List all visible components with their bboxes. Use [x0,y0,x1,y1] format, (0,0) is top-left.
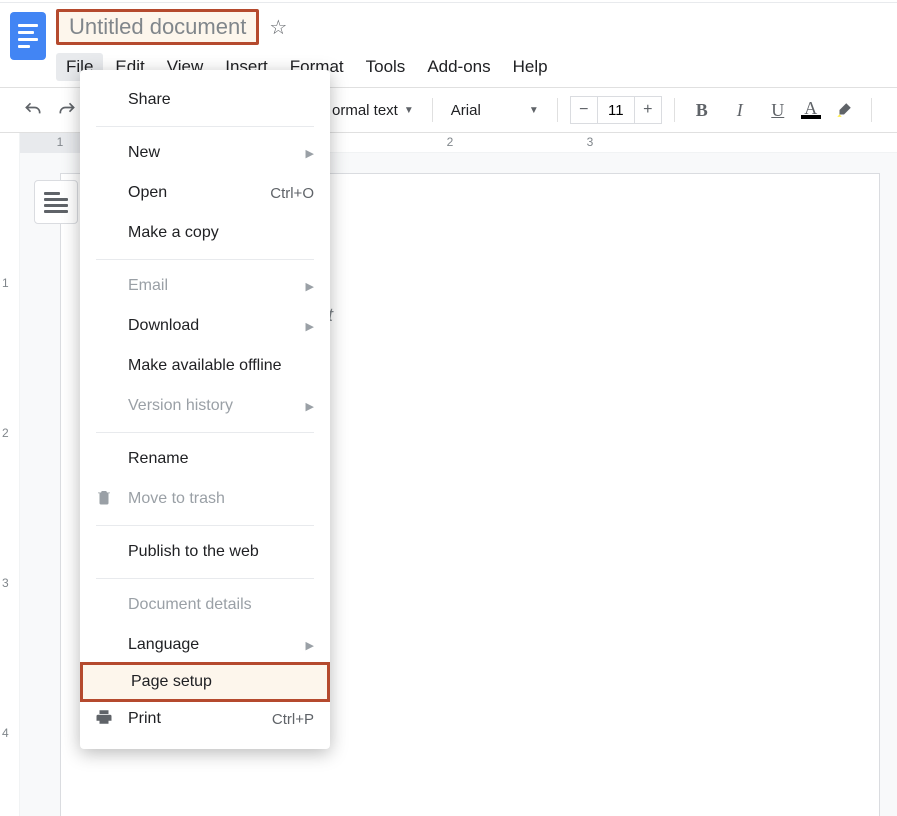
menu-move-trash[interactable]: Move to trash [80,479,330,519]
vertical-ruler[interactable]: 1 2 3 4 [0,133,20,816]
ruler-tick-label: 2 [447,135,454,149]
font-family-select[interactable]: Arial ▼ [445,102,545,119]
bold-button[interactable]: B [687,95,717,125]
menu-rename[interactable]: Rename [80,439,330,479]
menu-publish[interactable]: Publish to the web [80,532,330,572]
submenu-arrow-icon: ▶ [306,320,314,333]
font-size-increase[interactable]: + [634,96,662,124]
document-title[interactable]: Untitled document [56,9,259,45]
menu-addons[interactable]: Add-ons [417,53,500,81]
separator [871,98,872,122]
separator [432,98,433,122]
menu-new[interactable]: New▶ [80,133,330,173]
caret-down-icon: ▼ [529,105,539,116]
docs-logo[interactable] [8,9,48,63]
menu-print[interactable]: Print Ctrl+P [80,699,330,739]
menu-version-history[interactable]: Version history▶ [80,386,330,426]
menu-open[interactable]: OpenCtrl+O [80,173,330,213]
submenu-arrow-icon: ▶ [306,147,314,160]
ruler-tick-label: 4 [2,726,9,740]
submenu-arrow-icon: ▶ [306,639,314,652]
separator [96,259,314,260]
font-size-stepper: − + [570,96,662,124]
menu-page-setup[interactable]: Page setup [80,662,330,702]
separator [96,432,314,433]
shortcut-label: Ctrl+P [272,711,314,728]
highlight-button[interactable] [829,95,859,125]
trash-icon [94,488,114,511]
menu-offline[interactable]: Make available offline [80,346,330,386]
menu-document-details[interactable]: Document details [80,585,330,625]
paragraph-style-label: ormal text [332,102,398,119]
italic-button[interactable]: I [725,95,755,125]
underline-button[interactable]: U [763,95,793,125]
separator [96,578,314,579]
caret-down-icon: ▼ [404,105,414,116]
star-icon[interactable]: ☆ [269,15,287,40]
ruler-tick-label: 3 [587,135,594,149]
separator [96,126,314,127]
ruler-tick-label: 1 [2,276,9,290]
undo-icon[interactable] [20,97,46,123]
outline-toggle[interactable] [34,180,78,224]
menu-language[interactable]: Language▶ [80,625,330,665]
font-size-input[interactable] [598,96,634,124]
shortcut-label: Ctrl+O [270,185,314,202]
print-icon [94,708,114,731]
ruler-tick-label: 3 [2,576,9,590]
paragraph-style-select[interactable]: ormal text ▼ [326,102,420,119]
submenu-arrow-icon: ▶ [306,280,314,293]
text-color-button[interactable]: A [801,101,821,119]
menu-download[interactable]: Download▶ [80,306,330,346]
font-family-label: Arial [451,102,481,119]
ruler-tick-label: 2 [2,426,9,440]
separator [96,525,314,526]
ruler-tick-label: 1 [57,135,64,149]
menu-help[interactable]: Help [503,53,558,81]
redo-icon[interactable] [54,97,80,123]
menu-make-copy[interactable]: Make a copy [80,213,330,253]
menu-tools[interactable]: Tools [356,53,416,81]
menu-email[interactable]: Email▶ [80,266,330,306]
font-size-decrease[interactable]: − [570,96,598,124]
separator [674,98,675,122]
menu-share[interactable]: Share [80,80,330,120]
file-menu-dropdown: Share New▶ OpenCtrl+O Make a copy Email▶… [80,70,330,749]
separator [557,98,558,122]
submenu-arrow-icon: ▶ [306,400,314,413]
